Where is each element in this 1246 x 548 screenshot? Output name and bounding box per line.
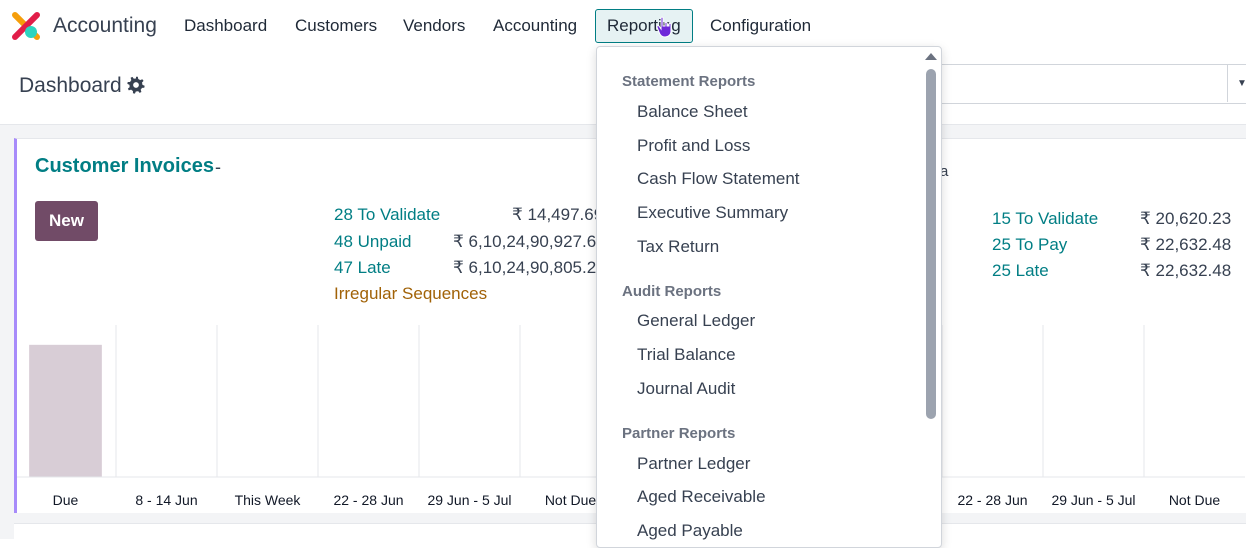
menu-item-profit-and-loss[interactable]: Profit and Loss xyxy=(637,136,750,156)
bills-bar-chart[interactable]: 22 - 28 Jun 29 Jun - 5 Jul Not Due xyxy=(940,325,1246,513)
menu-item-general-ledger[interactable]: General Ledger xyxy=(637,311,755,331)
nav-reporting[interactable]: Reporting xyxy=(595,9,693,43)
gear-icon[interactable] xyxy=(127,76,145,94)
nav-customers[interactable]: Customers xyxy=(295,16,377,36)
chart-bar[interactable] xyxy=(29,344,102,477)
chart-tick-label: 29 Jun - 5 Jul xyxy=(427,492,511,508)
nav-vendors[interactable]: Vendors xyxy=(403,16,465,36)
nav-dashboard[interactable]: Dashboard xyxy=(184,16,267,36)
menu-header-partner-reports: Partner Reports xyxy=(622,425,736,442)
menu-item-aged-payable[interactable]: Aged Payable xyxy=(637,521,743,541)
menu-item-balance-sheet[interactable]: Balance Sheet xyxy=(637,102,748,122)
bills-to-pay-amount: ₹ 22,632.48 xyxy=(1140,235,1232,254)
nav-configuration[interactable]: Configuration xyxy=(710,16,811,36)
bills-late-link[interactable]: 25 Late xyxy=(992,261,1049,281)
customer-invoices-card: Customer Invoices - New 28 To Validate ₹… xyxy=(14,138,607,513)
card-title-suffix: - xyxy=(215,157,221,177)
to-validate-amount: ₹ 14,497.69 xyxy=(512,205,604,224)
scroll-up-arrow-icon[interactable] xyxy=(925,53,937,60)
late-link[interactable]: 47 Late xyxy=(334,258,391,278)
bills-to-pay-link[interactable]: 25 To Pay xyxy=(992,235,1067,255)
late-amount: ₹ 6,10,24,90,805.22 xyxy=(453,258,606,277)
caret-down-icon: ▼ xyxy=(1237,78,1246,89)
chart-tick-label: 22 - 28 Jun xyxy=(333,492,403,508)
chart-tick-label: 8 - 14 Jun xyxy=(135,492,197,508)
nav-accounting[interactable]: Accounting xyxy=(493,16,577,36)
page-title: Dashboard xyxy=(19,74,122,97)
card-title[interactable]: Customer Invoices xyxy=(35,155,214,178)
vendor-bills-card: a 15 To Validate ₹ 20,620.23 25 To Pay ₹… xyxy=(940,138,1246,513)
chart-tick-label: 29 Jun - 5 Jul xyxy=(1051,492,1135,508)
chart-tick-label: Not Due xyxy=(1169,492,1221,508)
irregular-sequences-link[interactable]: Irregular Sequences xyxy=(334,284,487,304)
menu-item-journal-audit[interactable]: Journal Audit xyxy=(637,379,735,399)
chart-tick-label: This Week xyxy=(235,492,302,508)
unpaid-link[interactable]: 48 Unpaid xyxy=(334,232,412,252)
menu-item-cash-flow-statement[interactable]: Cash Flow Statement xyxy=(637,169,800,189)
menu-header-statement-reports: Statement Reports xyxy=(622,73,756,90)
odoo-accounting-logo-icon[interactable] xyxy=(12,12,40,40)
search-bar[interactable] xyxy=(930,64,1246,104)
invoices-bar-chart[interactable]: Due 8 - 14 Jun This Week 22 - 28 Jun 29 Jun … xyxy=(17,325,607,513)
reporting-dropdown-menu: Statement Reports Balance Sheet Profit a… xyxy=(596,46,942,548)
chart-tick-label: Due xyxy=(53,492,79,508)
chart-tick-label: Not Due xyxy=(545,492,597,508)
chart-tick-label: 22 - 28 Jun xyxy=(957,492,1027,508)
to-validate-link[interactable]: 28 To Validate xyxy=(334,205,440,225)
top-navbar: Accounting Dashboard Customers Vendors A… xyxy=(0,0,1246,52)
new-invoice-button[interactable]: New xyxy=(35,201,98,241)
menu-item-executive-summary[interactable]: Executive Summary xyxy=(637,203,788,223)
scrollbar-thumb[interactable] xyxy=(926,69,936,419)
bills-to-validate-amount: ₹ 20,620.23 xyxy=(1140,209,1232,228)
bills-to-validate-link[interactable]: 15 To Validate xyxy=(992,209,1098,229)
bills-late-amount: ₹ 22,632.48 xyxy=(1140,261,1232,280)
mouse-pointer-icon xyxy=(656,16,672,38)
menu-item-tax-return[interactable]: Tax Return xyxy=(637,237,719,257)
menu-header-audit-reports: Audit Reports xyxy=(622,283,722,300)
menu-item-partner-ledger[interactable]: Partner Ledger xyxy=(637,454,750,474)
menu-item-trial-balance[interactable]: Trial Balance xyxy=(637,345,736,365)
menu-scrollbar[interactable] xyxy=(926,69,936,419)
search-options-toggle[interactable]: ▼ xyxy=(1227,64,1246,102)
menu-item-aged-receivable[interactable]: Aged Receivable xyxy=(637,487,766,507)
unpaid-amount: ₹ 6,10,24,90,927.62 xyxy=(453,232,606,251)
app-name[interactable]: Accounting xyxy=(53,14,157,38)
